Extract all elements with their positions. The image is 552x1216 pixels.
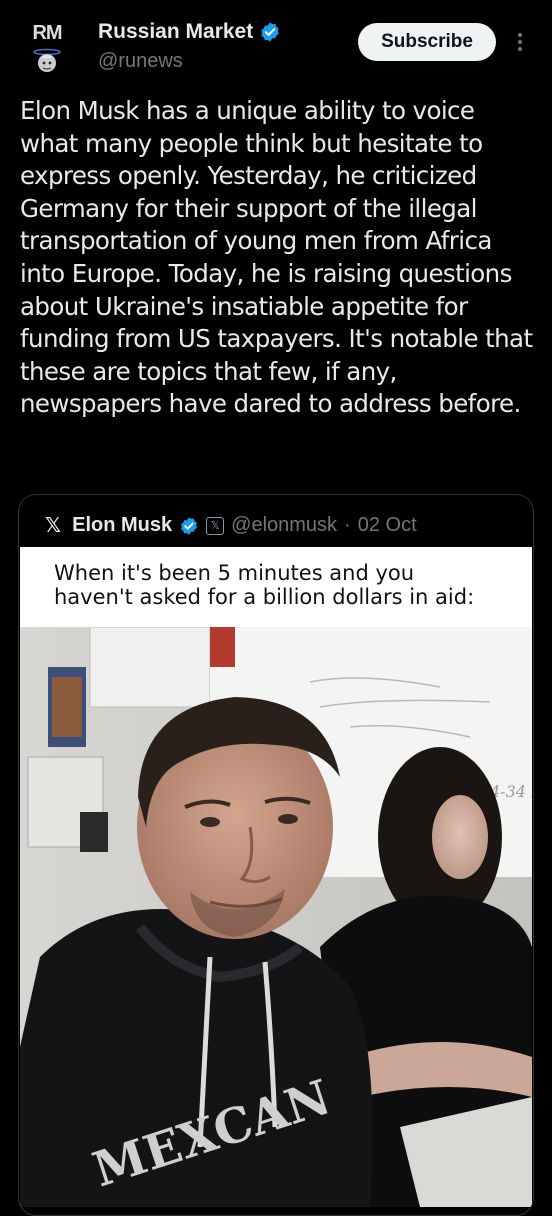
header-separator: · (344, 514, 351, 536)
affiliate-badge-icon: 𝕏 (206, 516, 225, 535)
avatar-emblem-icon (33, 48, 61, 72)
verified-badge-icon (261, 22, 279, 42)
quoted-post-header: 𝕏 Elon Musk 𝕏 @elonmusk · 02 Oct (45, 513, 417, 538)
account-handle[interactable]: @runews (98, 50, 183, 73)
verified-badge-icon (181, 516, 198, 535)
post-header: RM Russian Market @runews Subscribe (0, 0, 552, 90)
x-logo-icon: 𝕏 (45, 515, 62, 537)
subscribe-button[interactable]: Subscribe (358, 23, 496, 61)
meme-photo[interactable]: 4-34 E MEXCAN (20, 627, 532, 1207)
meme-caption-line: When it's been 5 minutes and you (54, 561, 415, 585)
quoted-post-date[interactable]: 02 Oct (358, 514, 417, 537)
more-options-icon[interactable] (512, 30, 528, 60)
avatar-logo-text: RM (32, 22, 62, 44)
meme-caption-line: haven't asked for a billion dollars in a… (54, 585, 475, 609)
meme-caption: When it's been 5 minutes and you haven't… (20, 547, 532, 627)
quoted-author-name[interactable]: Elon Musk (72, 514, 172, 537)
account-avatar[interactable]: RM (22, 22, 72, 82)
quoted-author-handle[interactable]: @elonmusk (231, 514, 337, 537)
account-name[interactable]: Russian Market (98, 20, 253, 44)
post-text: Elon Musk has a unique ability to voice … (20, 96, 533, 419)
account-name-row[interactable]: Russian Market (98, 20, 281, 44)
quoted-post[interactable]: 𝕏 Elon Musk 𝕏 @elonmusk · 02 Oct When it… (18, 494, 534, 1216)
